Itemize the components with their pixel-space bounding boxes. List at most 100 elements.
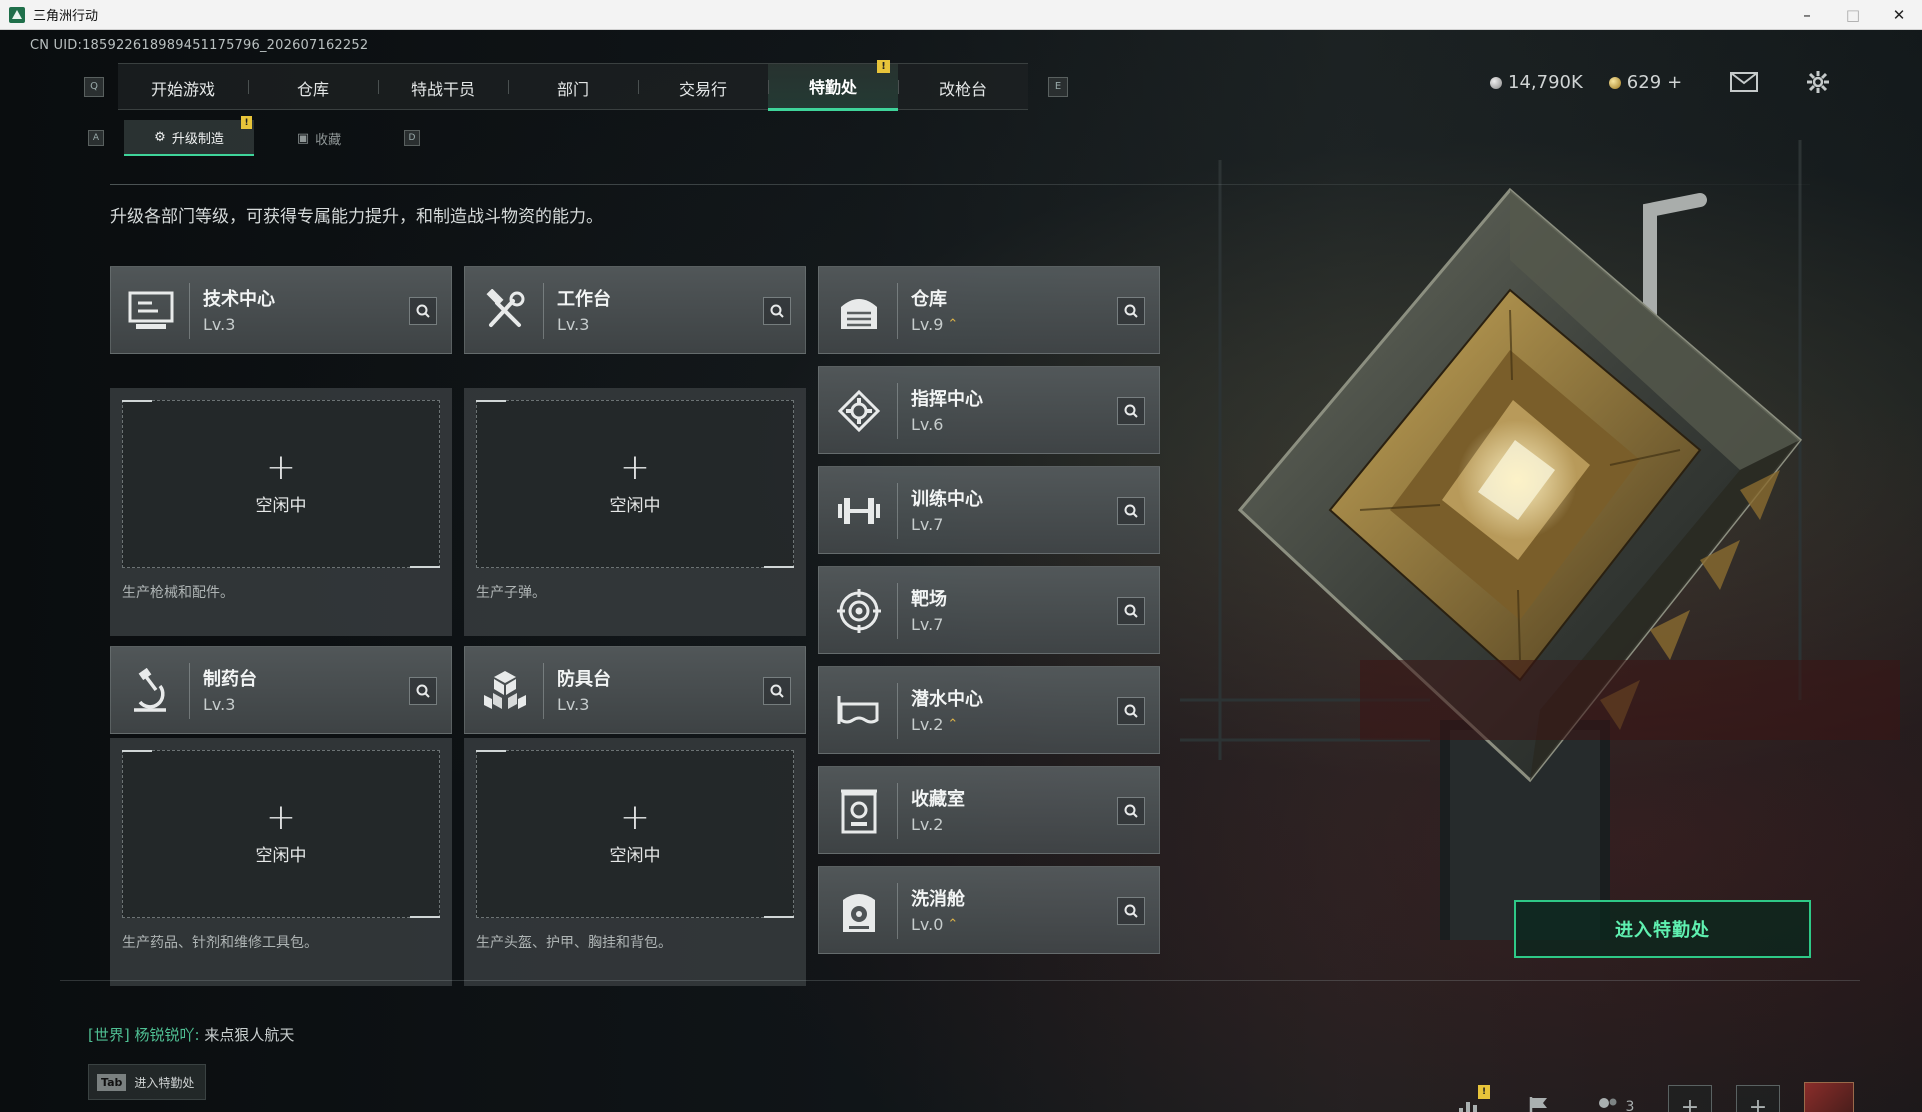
tab-start-game[interactable]: 开始游戏 [118, 64, 248, 111]
tab-special-ops[interactable]: 特勤处 ! [768, 60, 898, 111]
search-icon[interactable] [1117, 597, 1145, 625]
tab-special-ops-label: 特勤处 [808, 78, 857, 97]
facility-card-diving-center[interactable]: 潜水中心 Lv.2 ⌃ [818, 666, 1160, 754]
level-text: Lv.3 [203, 695, 236, 714]
currency-display: 14,790K 629 + [1490, 72, 1682, 93]
window-titlebar: 三角洲行动 – □ ✕ [0, 0, 1922, 30]
department-name: 防具台 [557, 669, 611, 690]
facility-name: 仓库 [911, 289, 947, 310]
facility-card-command-center[interactable]: 指挥中心 Lv.6 [818, 366, 1160, 454]
search-icon[interactable] [1117, 797, 1145, 825]
subtab-collection[interactable]: ▣ 收藏 [254, 120, 384, 156]
flag-icon[interactable] [1516, 1085, 1560, 1112]
add-gold-button[interactable]: + [1667, 72, 1682, 93]
tab-departments[interactable]: 部门 [508, 64, 638, 111]
upgrade-available-icon: ⌃ [947, 317, 959, 332]
add-slot-button-2[interactable]: + [1736, 1085, 1780, 1112]
production-description: 生产子弹。 [476, 585, 546, 601]
silver-currency: 14,790K [1490, 72, 1583, 93]
facility-card-shooting-range[interactable]: 靶场 Lv.7 [818, 566, 1160, 654]
subnav-next-key-hint[interactable]: D [404, 130, 420, 146]
special-ops-cube-scene [1180, 140, 1900, 940]
production-panel-tech-center: + 空闲中 生产枪械和配件。 [110, 388, 452, 636]
app-logo-icon [9, 6, 25, 23]
add-slot-button[interactable]: + [1668, 1085, 1712, 1112]
computer-icon [125, 285, 177, 337]
department-level: Lv.3 [557, 695, 589, 714]
facility-card-decontamination[interactable]: 洗消舱 Lv.0 ⌃ [818, 866, 1160, 954]
facility-card-training-center[interactable]: 训练中心 Lv.7 [818, 466, 1160, 554]
facility-level: Lv.0 ⌃ [911, 915, 958, 934]
search-icon[interactable] [1117, 697, 1145, 725]
minimize-button[interactable]: – [1784, 0, 1830, 30]
production-slot[interactable]: + 空闲中 [476, 750, 794, 918]
nav-next-key-hint[interactable]: E [1048, 76, 1068, 97]
mail-icon[interactable] [1730, 70, 1758, 94]
friends-button[interactable]: 3 [1584, 1085, 1644, 1112]
department-card-tech-center[interactable]: 技术中心 Lv.3 [110, 266, 452, 354]
chat-username: 杨锐锐吖: [134, 1026, 200, 1044]
level-text: Lv.6 [911, 415, 944, 434]
subtab-upgrade-craft[interactable]: ⚙ 升级制造 ! [124, 116, 254, 156]
slot-status: 空闲中 [609, 495, 661, 516]
search-icon[interactable] [763, 677, 791, 705]
warehouse-icon [833, 285, 885, 337]
search-icon[interactable] [409, 677, 437, 705]
enter-special-ops-button[interactable]: 进入特勤处 [1514, 900, 1811, 958]
stats-icon[interactable]: ! [1448, 1085, 1492, 1112]
close-button[interactable]: ✕ [1876, 0, 1922, 30]
target-icon [833, 585, 885, 637]
search-icon[interactable] [1117, 397, 1145, 425]
gold-currency[interactable]: 629 + [1608, 72, 1682, 93]
stats-alert-badge: ! [1478, 1085, 1490, 1099]
facility-name: 潜水中心 [911, 689, 983, 710]
window-controls: – □ ✕ [1784, 0, 1922, 30]
maximize-button[interactable]: □ [1830, 0, 1876, 30]
slot-status: 空闲中 [255, 845, 307, 866]
production-panel-pharmacy: + 空闲中 生产药品、针剂和维修工具包。 [110, 738, 452, 986]
department-card-workbench[interactable]: 工作台 Lv.3 [464, 266, 806, 354]
search-icon[interactable] [409, 297, 437, 325]
production-slot[interactable]: + 空闲中 [476, 400, 794, 568]
subnav-prev-key-hint[interactable]: A [88, 130, 104, 146]
tab-enter-special-ops-hint[interactable]: Tab 进入特勤处 [88, 1064, 206, 1100]
sub-tabs: ⚙ 升级制造 ! ▣ 收藏 [124, 116, 384, 156]
subtab-collection-label: 收藏 [315, 132, 342, 148]
facility-level: Lv.2 ⌃ [911, 715, 958, 734]
production-slot[interactable]: + 空闲中 [122, 400, 440, 568]
production-slot[interactable]: + 空闲中 [122, 750, 440, 918]
command-icon [833, 385, 885, 437]
search-icon[interactable] [1117, 897, 1145, 925]
dumbbell-icon [833, 485, 885, 537]
department-level: Lv.3 [557, 315, 589, 334]
facility-name: 训练中心 [911, 489, 983, 510]
facility-card-warehouse[interactable]: 仓库 Lv.9 ⌃ [818, 266, 1160, 354]
card-divider [897, 883, 898, 939]
avatar[interactable]: 60 [1804, 1082, 1854, 1112]
facility-name: 收藏室 [911, 789, 965, 810]
card-divider [543, 283, 544, 339]
card-divider [897, 383, 898, 439]
bottom-divider [60, 980, 1860, 981]
facility-card-collection-room[interactable]: 收藏室 Lv.2 [818, 766, 1160, 854]
level-text: Lv.2 [911, 815, 944, 834]
search-icon[interactable] [1117, 297, 1145, 325]
tools-icon [479, 285, 531, 337]
level-text: Lv.2 [911, 715, 944, 734]
department-card-armor[interactable]: 防具台 Lv.3 [464, 646, 806, 734]
nav-prev-key-hint[interactable]: Q [84, 76, 104, 97]
department-name: 技术中心 [203, 289, 275, 310]
window-title: 三角洲行动 [33, 9, 99, 24]
card-divider [189, 663, 190, 719]
search-icon[interactable] [763, 297, 791, 325]
chat-message[interactable]: [世界] 杨锐锐吖: 来点狠人航天 [88, 1024, 294, 1045]
tab-trading[interactable]: 交易行 [638, 64, 768, 111]
tab-operators[interactable]: 特战干员 [378, 64, 508, 111]
tab-gunsmith[interactable]: 改枪台 [898, 64, 1028, 111]
tab-warehouse[interactable]: 仓库 [248, 64, 378, 111]
department-name: 工作台 [557, 289, 611, 310]
gear-icon[interactable] [1804, 70, 1832, 94]
search-icon[interactable] [1117, 497, 1145, 525]
department-card-pharmacy[interactable]: 制药台 Lv.3 [110, 646, 452, 734]
tab-hint-label: 进入特勤处 [134, 1075, 195, 1090]
